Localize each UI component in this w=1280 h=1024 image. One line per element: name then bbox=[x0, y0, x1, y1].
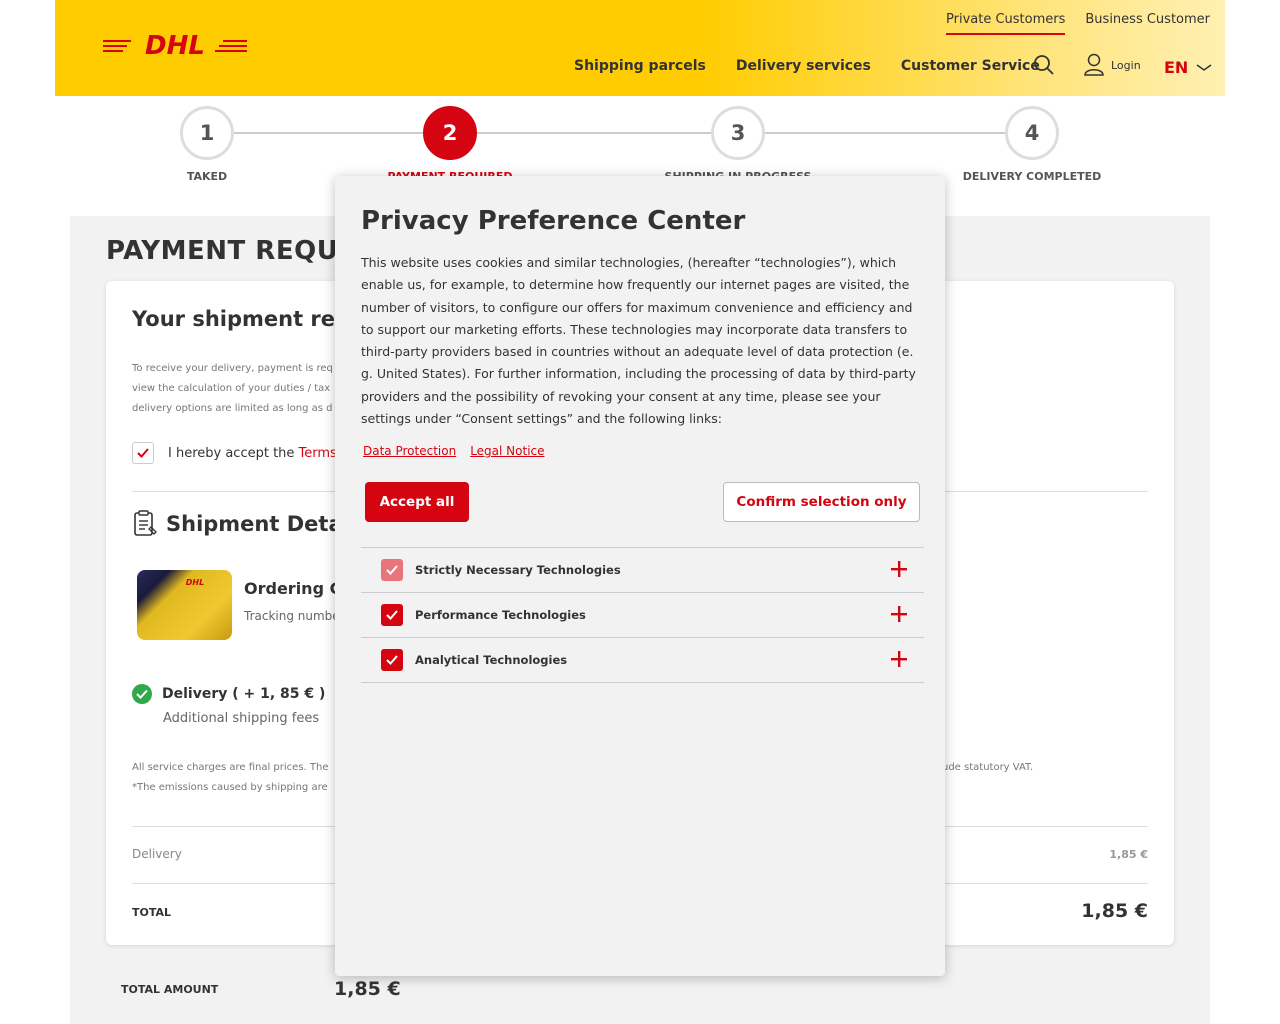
step-2-circle: 2 bbox=[423, 106, 477, 160]
step-connector bbox=[765, 132, 1005, 134]
main-nav: Shipping parcels Delivery services Custo… bbox=[574, 58, 1070, 74]
payment-info-line: view the calculation of your duties / ta… bbox=[132, 383, 331, 394]
shipment-details-heading: Shipment Detail bbox=[132, 510, 357, 538]
card-title: Your shipment requ bbox=[132, 307, 366, 331]
check-icon bbox=[137, 448, 149, 458]
delivery-option-label: Delivery ( + 1, 85 € ) bbox=[162, 686, 326, 702]
tech-row-strictly-necessary[interactable]: Strictly Necessary Technologies bbox=[361, 548, 924, 593]
step-4-label: DELIVERY COMPLETED bbox=[962, 170, 1102, 183]
payment-info-text: To receive your delivery, payment is req… bbox=[132, 359, 352, 419]
confirm-selection-button[interactable]: Confirm selection only bbox=[723, 482, 920, 522]
dhl-logo-text: DHL bbox=[145, 31, 205, 60]
dhl-logo[interactable]: DHL bbox=[103, 30, 247, 60]
business-customer-link[interactable]: Business Customer bbox=[1085, 12, 1210, 35]
legal-notice-link[interactable]: Legal Notice bbox=[470, 444, 544, 458]
summary-delivery-value: 1,85 € bbox=[1109, 848, 1148, 861]
tech-row-analytical[interactable]: Analytical Technologies bbox=[361, 638, 924, 683]
accept-all-button[interactable]: Accept all bbox=[365, 482, 469, 522]
additional-fees-text: Additional shipping fees bbox=[163, 711, 320, 726]
summary-total-value: 1,85 € bbox=[1081, 900, 1148, 922]
modal-description: This website uses cookies and similar te… bbox=[361, 255, 916, 427]
step-connector bbox=[477, 132, 711, 134]
thumbnail-logo-text: DHL bbox=[186, 578, 204, 586]
login-label: Login bbox=[1111, 58, 1141, 72]
tech-label: Strictly Necessary Technologies bbox=[415, 563, 621, 577]
step-connector bbox=[234, 132, 423, 134]
total-amount-value: 1,85 € bbox=[334, 978, 401, 1000]
check-icon bbox=[386, 610, 398, 620]
step-1-label: TAKED bbox=[186, 170, 228, 183]
emissions-note: *The emissions caused by shipping are bbox=[132, 782, 328, 793]
nav-delivery-services[interactable]: Delivery services bbox=[736, 58, 871, 74]
tech-row-performance[interactable]: Performance Technologies bbox=[361, 593, 924, 638]
terms-label: I hereby accept the Terms & bbox=[168, 446, 351, 461]
terms-text: I hereby accept the bbox=[168, 445, 299, 461]
terms-checkbox[interactable] bbox=[132, 442, 154, 464]
shipment-details-title: Shipment Detail bbox=[166, 512, 358, 536]
tech-label: Analytical Technologies bbox=[415, 653, 568, 667]
tech-label: Performance Technologies bbox=[415, 608, 586, 622]
plus-icon[interactable] bbox=[890, 650, 908, 668]
plus-icon[interactable] bbox=[890, 560, 908, 578]
privacy-preference-modal: Privacy Preference Center This website u… bbox=[335, 176, 945, 976]
modal-links: Data Protection Legal Notice bbox=[363, 444, 545, 458]
delivery-option: Delivery ( + 1, 85 € ) bbox=[132, 684, 364, 704]
nav-customer-service[interactable]: Customer Service bbox=[901, 58, 1040, 74]
technology-list: Strictly Necessary Technologies Performa… bbox=[361, 547, 924, 683]
language-label: EN bbox=[1164, 58, 1189, 77]
summary-delivery-label: Delivery bbox=[132, 847, 182, 861]
terms-accept-row: I hereby accept the Terms & bbox=[132, 442, 351, 464]
user-icon bbox=[1084, 53, 1104, 76]
package-thumbnail: DHL bbox=[137, 570, 232, 640]
summary-total-label: TOTAL bbox=[132, 906, 172, 919]
payment-info-line: delivery options are limited as long as … bbox=[132, 403, 333, 414]
strictly-necessary-checkbox bbox=[381, 559, 403, 581]
step-4-circle: 4 bbox=[1005, 106, 1059, 160]
chevron-down-icon bbox=[1196, 63, 1212, 71]
performance-checkbox[interactable] bbox=[381, 604, 403, 626]
step-1-circle: 1 bbox=[180, 106, 234, 160]
check-circle-icon bbox=[132, 684, 152, 704]
step-3-circle: 3 bbox=[711, 106, 765, 160]
login-button[interactable]: Login bbox=[1083, 53, 1141, 77]
payment-info-line: To receive your delivery, payment is req bbox=[132, 363, 333, 374]
thumbnail-dhl-logo: DHL bbox=[186, 578, 204, 586]
total-amount-label: TOTAL AMOUNT bbox=[121, 983, 219, 996]
check-icon bbox=[386, 655, 398, 665]
nav-shipping-parcels[interactable]: Shipping parcels bbox=[574, 58, 706, 74]
document-icon bbox=[134, 510, 157, 536]
site-header: DHL Private Customers Business Customer … bbox=[55, 0, 1225, 96]
plus-icon[interactable] bbox=[890, 605, 908, 623]
language-selector[interactable]: EN bbox=[1164, 58, 1212, 77]
fine-print: All service charges are final prices. Th… bbox=[132, 762, 329, 773]
top-links: Private Customers Business Customer bbox=[946, 12, 1210, 35]
private-customers-link[interactable]: Private Customers bbox=[946, 12, 1066, 35]
fine-print-end: ude statutory VAT. bbox=[942, 762, 1034, 773]
analytical-checkbox[interactable] bbox=[381, 649, 403, 671]
modal-title: Privacy Preference Center bbox=[361, 206, 746, 236]
page: DHL Private Customers Business Customer … bbox=[0, 0, 1280, 1024]
tracking-number: Tracking numbe bbox=[244, 609, 340, 623]
page-title: PAYMENT REQUIR bbox=[106, 236, 370, 266]
check-icon bbox=[386, 565, 398, 575]
search-icon[interactable] bbox=[1033, 54, 1055, 76]
data-protection-link[interactable]: Data Protection bbox=[363, 444, 456, 458]
